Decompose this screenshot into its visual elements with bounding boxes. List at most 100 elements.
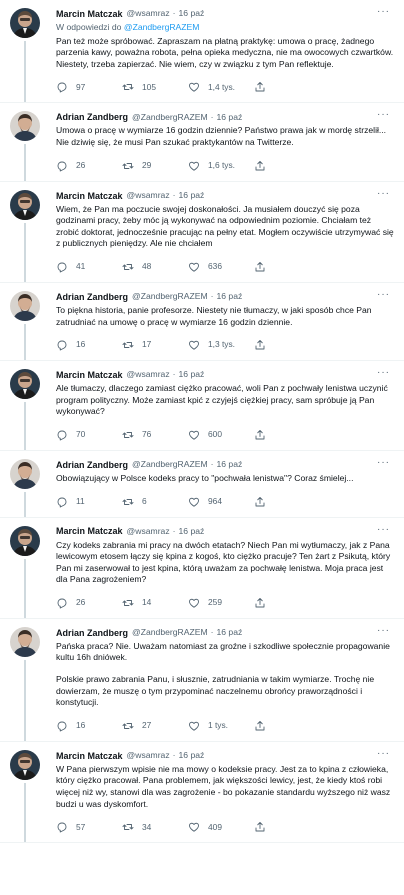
retweet-button[interactable]: 34 xyxy=(122,821,188,833)
tweet-time[interactable]: 16 paź xyxy=(179,190,205,202)
author-name[interactable]: Marcin Matczak xyxy=(56,8,123,20)
author-name[interactable]: Marcin Matczak xyxy=(56,190,123,202)
like-button[interactable]: 1 tys. xyxy=(188,720,254,732)
avatar[interactable] xyxy=(10,8,40,38)
author-handle[interactable]: @wsamraz xyxy=(127,190,170,202)
like-icon xyxy=(188,496,200,508)
reply-button[interactable]: 16 xyxy=(56,339,122,351)
share-button[interactable] xyxy=(254,261,274,273)
avatar[interactable] xyxy=(10,749,40,780)
share-button[interactable] xyxy=(254,496,274,508)
author-handle[interactable]: @wsamraz xyxy=(127,8,170,20)
more-options-icon[interactable]: ··· xyxy=(377,110,390,120)
retweet-button[interactable]: 105 xyxy=(122,81,188,93)
author-handle[interactable]: @wsamraz xyxy=(127,526,170,538)
reply-icon xyxy=(56,821,68,833)
retweet-button[interactable]: 27 xyxy=(122,720,188,732)
like-button[interactable]: 1,4 tys. xyxy=(188,81,254,93)
thread-connector xyxy=(24,41,26,103)
like-button[interactable]: 636 xyxy=(188,261,254,273)
avatar[interactable] xyxy=(10,111,40,142)
more-options-icon[interactable]: ··· xyxy=(377,524,390,534)
retweet-button[interactable]: 48 xyxy=(122,261,188,273)
tweet-header: Marcin Matczak @wsamraz · 16 paź xyxy=(56,190,394,202)
author-name[interactable]: Marcin Matczak xyxy=(56,369,123,381)
share-button[interactable] xyxy=(254,720,274,732)
author-name[interactable]: Adrian Zandberg xyxy=(56,459,128,471)
like-button[interactable]: 259 xyxy=(188,597,254,609)
like-button[interactable]: 1,6 tys. xyxy=(188,160,254,172)
tweet[interactable]: ··· Marcin Matczak @wsamraz · 16 paź Wie… xyxy=(0,182,404,283)
tweet[interactable]: ··· Marcin Matczak @wsamraz · 16 paź Czy… xyxy=(0,518,404,619)
avatar[interactable] xyxy=(10,189,40,220)
tweet[interactable]: ··· Adrian Zandberg @ZandbergRAZEM · 16 … xyxy=(0,451,404,518)
more-options-icon[interactable]: ··· xyxy=(377,457,390,467)
tweet-time[interactable]: 16 paź xyxy=(216,459,242,471)
reply-button[interactable]: 70 xyxy=(56,429,122,441)
author-handle[interactable]: @wsamraz xyxy=(127,750,170,762)
reply-button[interactable]: 57 xyxy=(56,821,122,833)
author-handle[interactable]: @ZandbergRAZEM xyxy=(132,627,208,639)
like-button[interactable]: 1,3 tys. xyxy=(188,339,254,351)
tweet[interactable]: ··· Adrian Zandberg @ZandbergRAZEM · 16 … xyxy=(0,283,404,362)
reply-button[interactable]: 16 xyxy=(56,720,122,732)
like-button[interactable]: 964 xyxy=(188,496,254,508)
share-button[interactable] xyxy=(254,429,274,441)
tweet-actions: 57 34 409 xyxy=(56,816,394,838)
share-button[interactable] xyxy=(254,160,274,172)
avatar[interactable] xyxy=(10,369,40,400)
more-options-icon[interactable]: ··· xyxy=(377,188,390,198)
reply-button[interactable]: 11 xyxy=(56,496,122,508)
author-handle[interactable]: @wsamraz xyxy=(127,369,170,381)
tweet[interactable]: ··· Adrian Zandberg @ZandbergRAZEM · 16 … xyxy=(0,103,404,182)
tweet[interactable]: ··· Marcin Matczak @wsamraz · 16 paź Ale… xyxy=(0,361,404,451)
retweet-button[interactable]: 14 xyxy=(122,597,188,609)
tweet-time[interactable]: 16 paź xyxy=(216,291,242,303)
tweet[interactable]: ··· Marcin Matczak @wsamraz · 16 paź W o… xyxy=(0,0,404,104)
more-options-icon[interactable]: ··· xyxy=(377,625,390,635)
share-button[interactable] xyxy=(254,597,274,609)
more-options-icon[interactable]: ··· xyxy=(377,368,390,378)
like-count: 600 xyxy=(208,429,222,440)
avatar[interactable] xyxy=(10,626,40,657)
tweet-actions: 16 27 1 tys. xyxy=(56,715,394,737)
author-name[interactable]: Adrian Zandberg xyxy=(56,111,128,123)
more-options-icon[interactable]: ··· xyxy=(377,748,390,758)
reply-mention-link[interactable]: @ZandbergRAZEM xyxy=(124,22,200,32)
share-button[interactable] xyxy=(254,81,274,93)
tweet-time[interactable]: 16 paź xyxy=(179,526,205,538)
tweet[interactable]: ··· Marcin Matczak @wsamraz · 16 paź W P… xyxy=(0,742,404,844)
reply-button[interactable]: 97 xyxy=(56,81,122,93)
tweet-time[interactable]: 16 paź xyxy=(179,750,205,762)
reply-button[interactable]: 26 xyxy=(56,597,122,609)
thread-connector xyxy=(24,323,26,361)
avatar[interactable] xyxy=(10,458,40,489)
tweet-time[interactable]: 16 paź xyxy=(216,627,242,639)
like-button[interactable]: 409 xyxy=(188,821,254,833)
author-handle[interactable]: @ZandbergRAZEM xyxy=(132,112,208,124)
tweet-time[interactable]: 16 paź xyxy=(179,8,205,20)
separator-dot: · xyxy=(210,291,214,302)
author-name[interactable]: Adrian Zandberg xyxy=(56,291,128,303)
avatar[interactable] xyxy=(10,525,40,556)
reply-button[interactable]: 26 xyxy=(56,160,122,172)
author-name[interactable]: Marcin Matczak xyxy=(56,525,123,537)
reply-button[interactable]: 41 xyxy=(56,261,122,273)
retweet-button[interactable]: 17 xyxy=(122,339,188,351)
author-name[interactable]: Marcin Matczak xyxy=(56,750,123,762)
author-handle[interactable]: @ZandbergRAZEM xyxy=(132,459,208,471)
like-button[interactable]: 600 xyxy=(188,429,254,441)
share-button[interactable] xyxy=(254,821,274,833)
tweet-time[interactable]: 16 paź xyxy=(216,112,242,124)
retweet-button[interactable]: 6 xyxy=(122,496,188,508)
more-options-icon[interactable]: ··· xyxy=(377,7,390,17)
more-options-icon[interactable]: ··· xyxy=(377,289,390,299)
tweet-time[interactable]: 16 paź xyxy=(179,369,205,381)
retweet-button[interactable]: 76 xyxy=(122,429,188,441)
share-button[interactable] xyxy=(254,339,274,351)
retweet-button[interactable]: 29 xyxy=(122,160,188,172)
author-handle[interactable]: @ZandbergRAZEM xyxy=(132,291,208,303)
tweet[interactable]: ··· Adrian Zandberg @ZandbergRAZEM · 16 … xyxy=(0,619,404,742)
author-name[interactable]: Adrian Zandberg xyxy=(56,627,128,639)
avatar[interactable] xyxy=(10,290,40,321)
